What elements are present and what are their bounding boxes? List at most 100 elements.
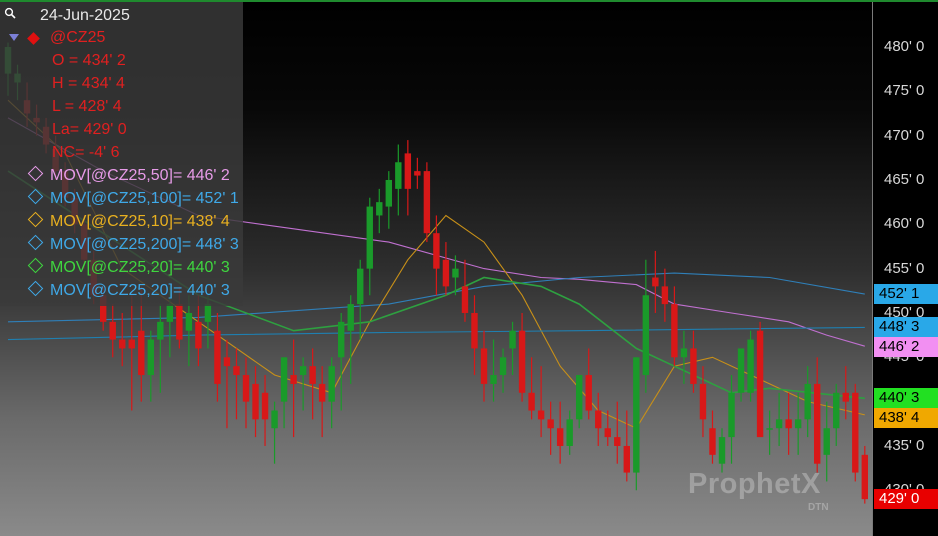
ma-legend-row[interactable]: MOV[@CZ25,50]= 446' 2 — [27, 165, 230, 185]
candle — [823, 401, 830, 482]
candle-body-up — [271, 410, 278, 429]
price-tag: 448' 3 — [874, 317, 938, 338]
candle-body-down — [138, 330, 145, 376]
candle — [766, 410, 773, 455]
magnifier-icon[interactable] — [4, 7, 16, 19]
candle — [338, 312, 345, 411]
candle-body-down — [518, 330, 526, 393]
legend-symbol: @CZ25 — [50, 29, 106, 46]
candle — [261, 375, 269, 446]
candle — [623, 410, 630, 482]
symbol-diamond-icon — [27, 32, 40, 45]
axis-tick-label: 460' 0 — [884, 215, 925, 233]
candle — [347, 295, 354, 384]
prophetx-watermark: ProphetX — [688, 468, 821, 500]
candle-body-down — [842, 392, 849, 402]
candle-body-down — [119, 339, 126, 349]
candle-body-down — [614, 437, 621, 446]
ma-legend-row[interactable]: MOV[@CZ25,20]= 440' 3 — [27, 280, 230, 300]
ma-legend-row[interactable]: MOV[@CZ25,200]= 448' 3 — [27, 234, 239, 254]
candle — [395, 144, 402, 216]
diamond-icon — [27, 257, 44, 274]
candle-body-down — [128, 339, 135, 349]
candle-body-down — [756, 330, 764, 438]
legend-high: H = 434' 4 — [52, 75, 125, 92]
candle-body-down — [537, 410, 545, 420]
candle — [737, 348, 745, 402]
candle-body-up — [376, 202, 383, 216]
candle-body-up — [823, 428, 830, 455]
candle — [652, 250, 659, 313]
data-legend-panel: 24-Jun-2025 @CZ25 O = 434' 2 H = 434' 4 … — [0, 2, 243, 306]
candle — [109, 304, 116, 358]
diamond-icon — [27, 211, 44, 228]
candle — [833, 383, 840, 446]
ma-legend-label: MOV[@CZ25,10]= 438' 4 — [50, 213, 230, 230]
candle — [709, 410, 716, 464]
candle-body-down — [480, 348, 488, 384]
candle-body-up — [299, 366, 307, 376]
candle — [423, 162, 431, 243]
candle — [223, 339, 231, 429]
candle — [442, 242, 450, 296]
candle-body-down — [318, 383, 326, 402]
candle-body-up — [366, 206, 373, 269]
collapse-triangle-icon[interactable] — [9, 34, 19, 41]
candle-body-up — [718, 437, 726, 464]
candle — [794, 392, 802, 455]
candle — [157, 304, 164, 393]
candle-body-down — [623, 445, 630, 473]
candle-body-down — [233, 366, 240, 376]
candle — [490, 339, 497, 402]
candle — [814, 357, 821, 473]
candle-body-down — [547, 419, 554, 429]
candle — [433, 215, 440, 296]
candle — [518, 312, 526, 402]
candle — [804, 366, 811, 438]
legend-low: L = 428' 4 — [52, 98, 122, 115]
candle — [385, 171, 392, 229]
candle-body-down — [423, 171, 431, 234]
candle-body-down — [528, 392, 535, 411]
candle-body-down — [461, 286, 469, 313]
price-tag: 440' 3 — [874, 388, 938, 409]
candle-body-up — [147, 339, 154, 376]
candle — [861, 445, 868, 504]
candle — [699, 366, 707, 438]
candle-body-up — [395, 162, 402, 189]
ma-legend-label: MOV[@CZ25,20]= 440' 3 — [50, 282, 230, 299]
axis-tick-label: 435' 0 — [884, 436, 925, 454]
ma-legend-row[interactable]: MOV[@CZ25,100]= 452' 1 — [27, 188, 239, 208]
candle-body-down — [109, 321, 116, 340]
candle — [642, 259, 650, 393]
axis-tick-label: 465' 0 — [884, 170, 925, 188]
candle — [756, 321, 764, 438]
candle — [280, 357, 288, 429]
ma-legend-row[interactable]: MOV[@CZ25,20]= 440' 3 — [27, 257, 230, 277]
candle — [471, 295, 478, 376]
ma-legend-row[interactable]: MOV[@CZ25,10]= 438' 4 — [27, 211, 230, 231]
ma-legend-label: MOV[@CZ25,50]= 446' 2 — [50, 167, 230, 184]
candle-body-down — [290, 375, 297, 384]
candle-body-down — [252, 383, 259, 420]
candle-body-up — [747, 339, 754, 393]
candle-body-up — [204, 304, 212, 322]
candle-body-down — [595, 410, 602, 429]
candle-body-down — [195, 321, 202, 349]
candle-body-down — [604, 428, 611, 438]
candle-body-up — [509, 330, 516, 349]
candle — [576, 375, 583, 429]
diamond-icon — [27, 280, 44, 297]
candle-body-down — [242, 375, 250, 402]
candle — [509, 321, 516, 376]
candle — [852, 383, 859, 482]
dtn-watermark: DTN — [808, 502, 829, 513]
axis-tick-label: 470' 0 — [884, 126, 925, 144]
candle — [328, 357, 335, 429]
candle-body-up — [385, 179, 392, 207]
diamond-icon — [27, 188, 44, 205]
diamond-icon — [27, 234, 44, 251]
price-tag: 446' 2 — [874, 337, 938, 358]
candle-body-down — [709, 428, 716, 455]
ma-legend-label: MOV[@CZ25,100]= 452' 1 — [50, 190, 239, 207]
